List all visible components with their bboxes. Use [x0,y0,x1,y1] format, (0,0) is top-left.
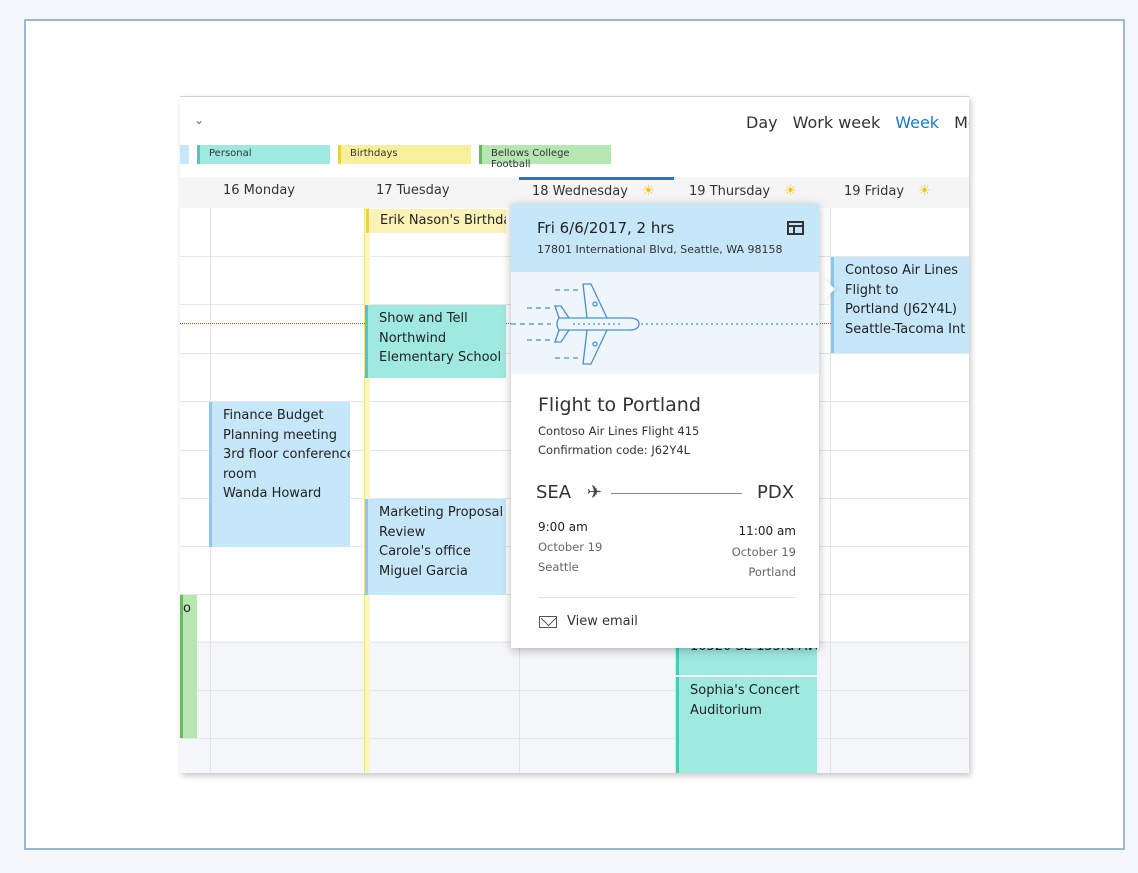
event-marketing-proposal[interactable]: Marketing Proposal Review Carole's offic… [365,499,506,595]
popup-flight-number: Contoso Air Lines Flight 415 [538,424,700,438]
sun-icon: ☀ [641,183,655,199]
event-birthday[interactable]: Erik Nason's Birthda [366,209,506,233]
event-finance-budget[interactable]: Finance Budget Planning meeting 3rd floo… [209,402,350,547]
popup-title: Flight to Portland [538,394,701,416]
view-week-button[interactable]: Week [895,113,939,132]
day-header-tuesday[interactable]: 17 Tuesday [376,183,450,198]
route-line [611,493,742,494]
view-switcher: Day Work week Week Mor [746,113,969,132]
arrive-city: Portland [748,565,796,579]
depart-time: 9:00 am [538,520,588,534]
popup-divider [538,597,796,598]
depart-city: Seattle [538,560,579,574]
event-sophia-concert[interactable]: Sophia's Concert Auditorium [676,677,817,773]
day-header-thursday[interactable]: 19 Thursday ☀ [689,183,797,199]
arrive-time: 11:00 am [738,524,796,538]
day-header-wednesday[interactable]: 18 Wednesday ☀ [532,183,655,199]
category-chip-personal[interactable]: Personal [197,145,330,164]
hour-line [180,690,969,691]
hour-line [180,738,969,739]
category-chip-work[interactable] [180,145,189,164]
depart-date: October 19 [538,540,603,554]
popup-date: Fri 6/6/2017, 2 hrs [537,219,675,237]
day-header-friday[interactable]: 19 Friday ☀ [844,183,931,199]
sun-icon: ☀ [918,183,931,199]
birthday-allday-strip [364,208,370,773]
popup-header: Fri 6/6/2017, 2 hrs 17801 International … [511,204,819,272]
category-chip-football[interactable]: Bellows College Football [479,145,611,170]
event-football-partial[interactable]: o [180,595,197,738]
sun-icon: ☀ [784,183,797,199]
arrive-date: October 19 [731,545,796,559]
plane-illustration [511,272,819,374]
origin-code: SEA [536,482,572,503]
after-hours-shade [180,641,969,773]
mail-icon[interactable] [539,616,557,628]
event-contoso-flight[interactable]: Contoso Air Lines Flight to Portland (J6… [831,257,969,353]
flight-details-popup[interactable]: Fri 6/6/2017, 2 hrs 17801 International … [511,204,819,648]
view-email-link[interactable]: View email [567,614,638,629]
day-header-monday[interactable]: 16 Monday [223,183,295,198]
popup-confirmation: Confirmation code: J62Y4L [538,443,691,457]
airplane-icon [511,283,819,365]
event-show-and-tell[interactable]: Show and Tell Northwind Elementary Schoo… [365,305,506,378]
view-month-button[interactable]: Mor [954,113,969,132]
plane-icon: ✈ [587,482,603,503]
calendar-icon[interactable] [787,221,804,235]
chevron-down-icon[interactable]: ⌄ [194,113,204,127]
view-day-button[interactable]: Day [746,113,778,132]
today-indicator [519,177,674,180]
destination-code: PDX [757,482,795,503]
popup-address: 17801 International Blvd, Seattle, WA 98… [537,243,783,256]
view-work-week-button[interactable]: Work week [793,113,881,132]
category-chip-birthdays[interactable]: Birthdays [338,145,471,164]
